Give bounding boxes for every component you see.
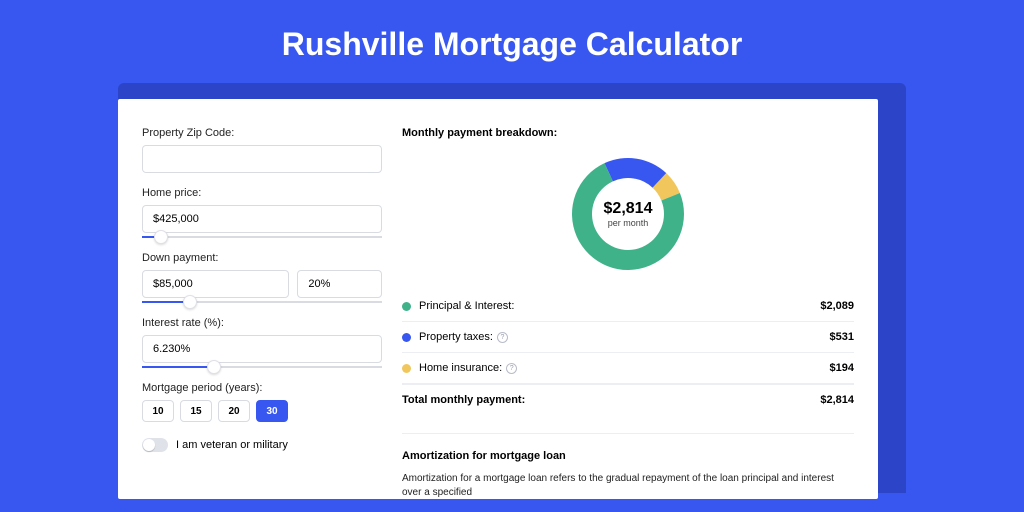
breakdown-label-text: Property taxes: (419, 331, 493, 343)
interest-rate-input[interactable] (142, 335, 382, 363)
info-icon[interactable]: ? (506, 363, 517, 374)
home-price-field-wrap: Home price: (142, 187, 382, 238)
legend-dot-green (402, 302, 411, 311)
breakdown-amount: $531 (830, 331, 854, 343)
amortization-body: Amortization for a mortgage loan refers … (402, 472, 854, 499)
breakdown-label: Home insurance:? (419, 362, 830, 374)
breakdown-row: Property taxes:?$531 (402, 322, 854, 353)
mortgage-period-field-wrap: Mortgage period (years): 10 15 20 30 (142, 382, 382, 422)
amortization-heading: Amortization for mortgage loan (402, 450, 854, 462)
breakdown-label: Property taxes:? (419, 331, 830, 343)
total-label: Total monthly payment: (402, 394, 820, 406)
veteran-label: I am veteran or military (176, 439, 288, 451)
period-button-15[interactable]: 15 (180, 400, 212, 422)
veteran-toggle[interactable] (142, 438, 168, 452)
home-price-label: Home price: (142, 187, 382, 199)
donut-chart-wrap: $2,814 per month (402, 155, 854, 273)
down-payment-slider-thumb[interactable] (183, 295, 197, 309)
breakdown-column: Monthly payment breakdown: $2,814 per mo… (402, 127, 854, 499)
breakdown-amount: $2,089 (820, 300, 854, 312)
info-icon[interactable]: ? (497, 332, 508, 343)
breakdown-row: Principal & Interest: $2,089 (402, 291, 854, 322)
interest-rate-label: Interest rate (%): (142, 317, 382, 329)
mortgage-period-label: Mortgage period (years): (142, 382, 382, 394)
page-title: Rushville Mortgage Calculator (0, 0, 1024, 83)
breakdown-amount: $194 (830, 362, 854, 374)
legend-dot-blue (402, 333, 411, 342)
total-amount: $2,814 (820, 394, 854, 406)
total-row: Total monthly payment: $2,814 (402, 384, 854, 415)
calculator-card: Property Zip Code: Home price: Down paym… (118, 99, 878, 499)
home-price-input[interactable] (142, 205, 382, 233)
breakdown-row: Home insurance:?$194 (402, 353, 854, 384)
down-payment-slider[interactable] (142, 301, 382, 303)
donut-chart: $2,814 per month (569, 155, 687, 273)
period-button-10[interactable]: 10 (142, 400, 174, 422)
down-payment-field-wrap: Down payment: (142, 252, 382, 303)
home-price-slider-thumb[interactable] (154, 230, 168, 244)
down-payment-label: Down payment: (142, 252, 382, 264)
donut-sub: per month (608, 218, 649, 228)
period-button-30[interactable]: 30 (256, 400, 288, 422)
zip-label: Property Zip Code: (142, 127, 382, 139)
zip-input[interactable] (142, 145, 382, 173)
home-price-slider[interactable] (142, 236, 382, 238)
down-payment-percent-input[interactable] (297, 270, 382, 298)
donut-value: $2,814 (604, 200, 653, 218)
legend-dot-yellow (402, 364, 411, 373)
form-column: Property Zip Code: Home price: Down paym… (142, 127, 382, 499)
amortization-section: Amortization for mortgage loan Amortizat… (402, 433, 854, 499)
interest-rate-slider-thumb[interactable] (207, 360, 221, 374)
breakdown-label: Principal & Interest: (419, 300, 820, 312)
zip-field-wrap: Property Zip Code: (142, 127, 382, 173)
veteran-toggle-row: I am veteran or military (142, 438, 382, 452)
breakdown-label-text: Home insurance: (419, 362, 502, 374)
period-button-20[interactable]: 20 (218, 400, 250, 422)
breakdown-label-text: Principal & Interest: (419, 300, 514, 312)
interest-rate-slider[interactable] (142, 366, 382, 368)
breakdown-heading: Monthly payment breakdown: (402, 127, 854, 139)
interest-rate-field-wrap: Interest rate (%): (142, 317, 382, 368)
down-payment-amount-input[interactable] (142, 270, 289, 298)
